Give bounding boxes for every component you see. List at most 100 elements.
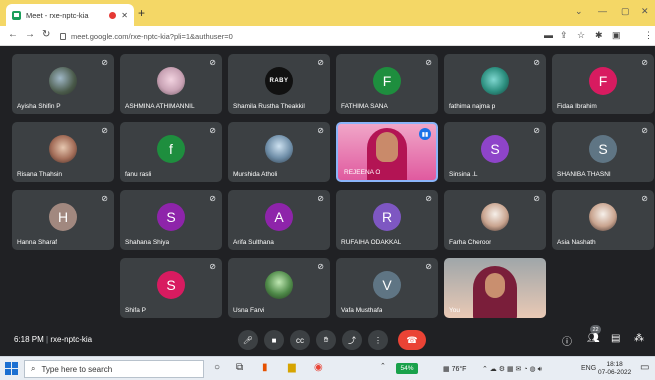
participant-tile[interactable]: F ⊘ Fidaa Ibrahim [552, 54, 654, 114]
new-tab-button[interactable]: + [138, 6, 145, 20]
participant-tile[interactable]: f ⊘ fanu rasli [120, 122, 222, 182]
participant-tile[interactable]: RABY ⊘ Shamila Rustha Theakkil [228, 54, 330, 114]
activities-icon[interactable]: ⁂ [634, 333, 644, 344]
participant-tile[interactable]: ⊘ Risana Thahsin [12, 122, 114, 182]
participant-avatar [157, 67, 185, 95]
muted-mic-icon: ⊘ [101, 194, 108, 203]
cortana-icon[interactable]: ○ [214, 362, 220, 373]
chat-icon[interactable]: ▤ [611, 333, 620, 344]
muted-mic-icon: ⊘ [101, 126, 108, 135]
file-explorer-icon[interactable]: ▆ [288, 362, 296, 373]
reload-button[interactable]: ↻ [42, 29, 50, 40]
minimize-button[interactable]: — [598, 6, 607, 16]
lock-icon [60, 32, 66, 40]
muted-mic-icon: ⊘ [317, 194, 324, 203]
participants-icon[interactable]: 👥︎ [587, 333, 600, 344]
participant-tile[interactable]: ⊘ Asia Nashath [552, 190, 654, 250]
muted-mic-icon: ⊘ [533, 194, 540, 203]
meeting-details-icon[interactable]: ⓘ [562, 333, 572, 348]
participant-name: Fidaa Ibrahim [557, 103, 597, 110]
participant-tile[interactable]: S ⊘ SHANIBA THASNI [552, 122, 654, 182]
task-view-icon[interactable]: ⧉ [236, 362, 243, 373]
back-button[interactable]: ← [8, 29, 18, 40]
sidepanel-icon[interactable]: ▣ [612, 30, 621, 41]
raise-hand-button[interactable]: ✋︎ [316, 330, 336, 350]
participant-avatar: S [589, 135, 617, 163]
participant-tile[interactable]: S ⊘ Shahana Shiya [120, 190, 222, 250]
extensions-icon[interactable]: ✱ [595, 30, 603, 41]
muted-mic-icon: ⊘ [641, 126, 648, 135]
participant-avatar: A [265, 203, 293, 231]
participant-name: Ayisha Shifin P [17, 103, 61, 110]
present-button[interactable]: ⤴ [342, 330, 362, 350]
muted-mic-icon: ⊘ [641, 58, 648, 67]
weather-widget[interactable]: ▦ 76°F [443, 365, 466, 373]
muted-mic-icon: ⊘ [425, 262, 432, 271]
bookmark-star-icon[interactable]: ☆ [577, 30, 585, 41]
participant-tile[interactable]: ⊘ fathima najma p [444, 54, 546, 114]
office-icon[interactable]: ▮ [262, 362, 268, 373]
participant-avatar [265, 135, 293, 163]
participant-avatar [49, 135, 77, 163]
notification-icon[interactable]: ▭ [640, 362, 649, 373]
clock-time: 18:18 [606, 361, 623, 368]
participant-avatar: S [157, 271, 185, 299]
tab-close-icon[interactable]: ✕ [121, 11, 128, 20]
microphone-button[interactable]: 🎤︎ [238, 330, 258, 350]
chevron-down-icon[interactable]: ⌄ [575, 6, 583, 17]
tray-chevron-icon[interactable]: ⌃ [380, 362, 386, 370]
camera-button[interactable]: ■ [264, 330, 284, 350]
more-options-button[interactable]: ⋮ [368, 330, 388, 350]
participant-avatar: S [481, 135, 509, 163]
participant-tile[interactable]: S ⊘ Sinsina .L [444, 122, 546, 182]
close-window-button[interactable]: ✕ [641, 6, 649, 17]
participant-name: Shahana Shiya [125, 239, 170, 246]
recording-dot-icon [109, 11, 117, 19]
captions-button[interactable]: cc [290, 330, 310, 350]
clock-date: 07-06-2022 [598, 369, 632, 376]
participant-tile[interactable]: R ⊘ RUFAIHA ODAKKAL [336, 190, 438, 250]
participant-tile[interactable]: ⊘ ASHMINA ATHIMANNIL [120, 54, 222, 114]
share-icon[interactable]: ⇪ [560, 30, 568, 41]
participant-tile[interactable]: H ⊘ Hanna Sharaf [12, 190, 114, 250]
participant-avatar: H [49, 203, 77, 231]
participant-name: Murshida Atholi [233, 171, 278, 178]
system-clock[interactable]: 18:18 07-06-2022 [598, 361, 631, 377]
maximize-button[interactable]: ▢ [621, 6, 630, 17]
participant-tile[interactable]: ⊘ Murshida Atholi [228, 122, 330, 182]
language-indicator[interactable]: ENG [581, 365, 596, 372]
chrome-icon[interactable]: ◉ [314, 362, 323, 373]
participant-tile[interactable]: S ⊘ Shifa P [120, 258, 222, 318]
muted-mic-icon: ⊘ [317, 58, 324, 67]
windows-start-icon[interactable] [5, 362, 19, 376]
participant-avatar: V [373, 271, 401, 299]
battery-indicator[interactable]: 54% [396, 363, 418, 374]
camera-indicator-icon[interactable]: ▬ [544, 30, 553, 40]
participant-name: SHANIBA THASNI [557, 171, 611, 178]
participant-tile[interactable]: ⊘ Usna Farvi [228, 258, 330, 318]
browser-tab[interactable]: Meet - rxe-nptc-kia ✕ [6, 4, 134, 26]
participant-tile[interactable]: ▮▮ REJEENA O [336, 122, 438, 182]
meeting-info: 6:18 PM | rxe-nptc-kia [14, 335, 93, 344]
participant-tile[interactable]: ⊘ Farha Cheroor [444, 190, 546, 250]
participant-tile[interactable]: F ⊘ FATHIMA SANA [336, 54, 438, 114]
participant-tile[interactable]: You [444, 258, 546, 318]
url-field[interactable]: meet.google.com/rxe-nptc-kia?pli=1&authu… [60, 29, 530, 43]
forward-button[interactable]: → [25, 29, 35, 40]
participant-name: FATHIMA SANA [341, 103, 388, 110]
leave-call-button[interactable]: ☎︎ [398, 330, 426, 350]
participant-tile[interactable]: V ⊘ Vafa Musthafa [336, 258, 438, 318]
muted-mic-icon: ⊘ [209, 194, 216, 203]
participant-avatar [589, 203, 617, 231]
search-icon: ⌕ [31, 364, 36, 373]
tray-icons[interactable]: ⌃ ☁ ⚙ ▦ ✉ ◔ ◍ 🔊︎ [482, 365, 542, 374]
muted-mic-icon: ⊘ [209, 126, 216, 135]
muted-mic-icon: ⊘ [317, 126, 324, 135]
address-bar-row: ← → ↻ meet.google.com/rxe-nptc-kia?pli=1… [0, 26, 655, 67]
taskbar-search-box[interactable]: ⌕ Type here to search [24, 360, 204, 378]
participant-avatar [481, 67, 509, 95]
participant-tile[interactable]: ⊘ Ayisha Shifin P [12, 54, 114, 114]
menu-kebab-icon[interactable]: ⋮ [644, 30, 653, 41]
participant-tile[interactable]: A ⊘ Arifa Sulthana [228, 190, 330, 250]
participant-avatar: F [589, 67, 617, 95]
